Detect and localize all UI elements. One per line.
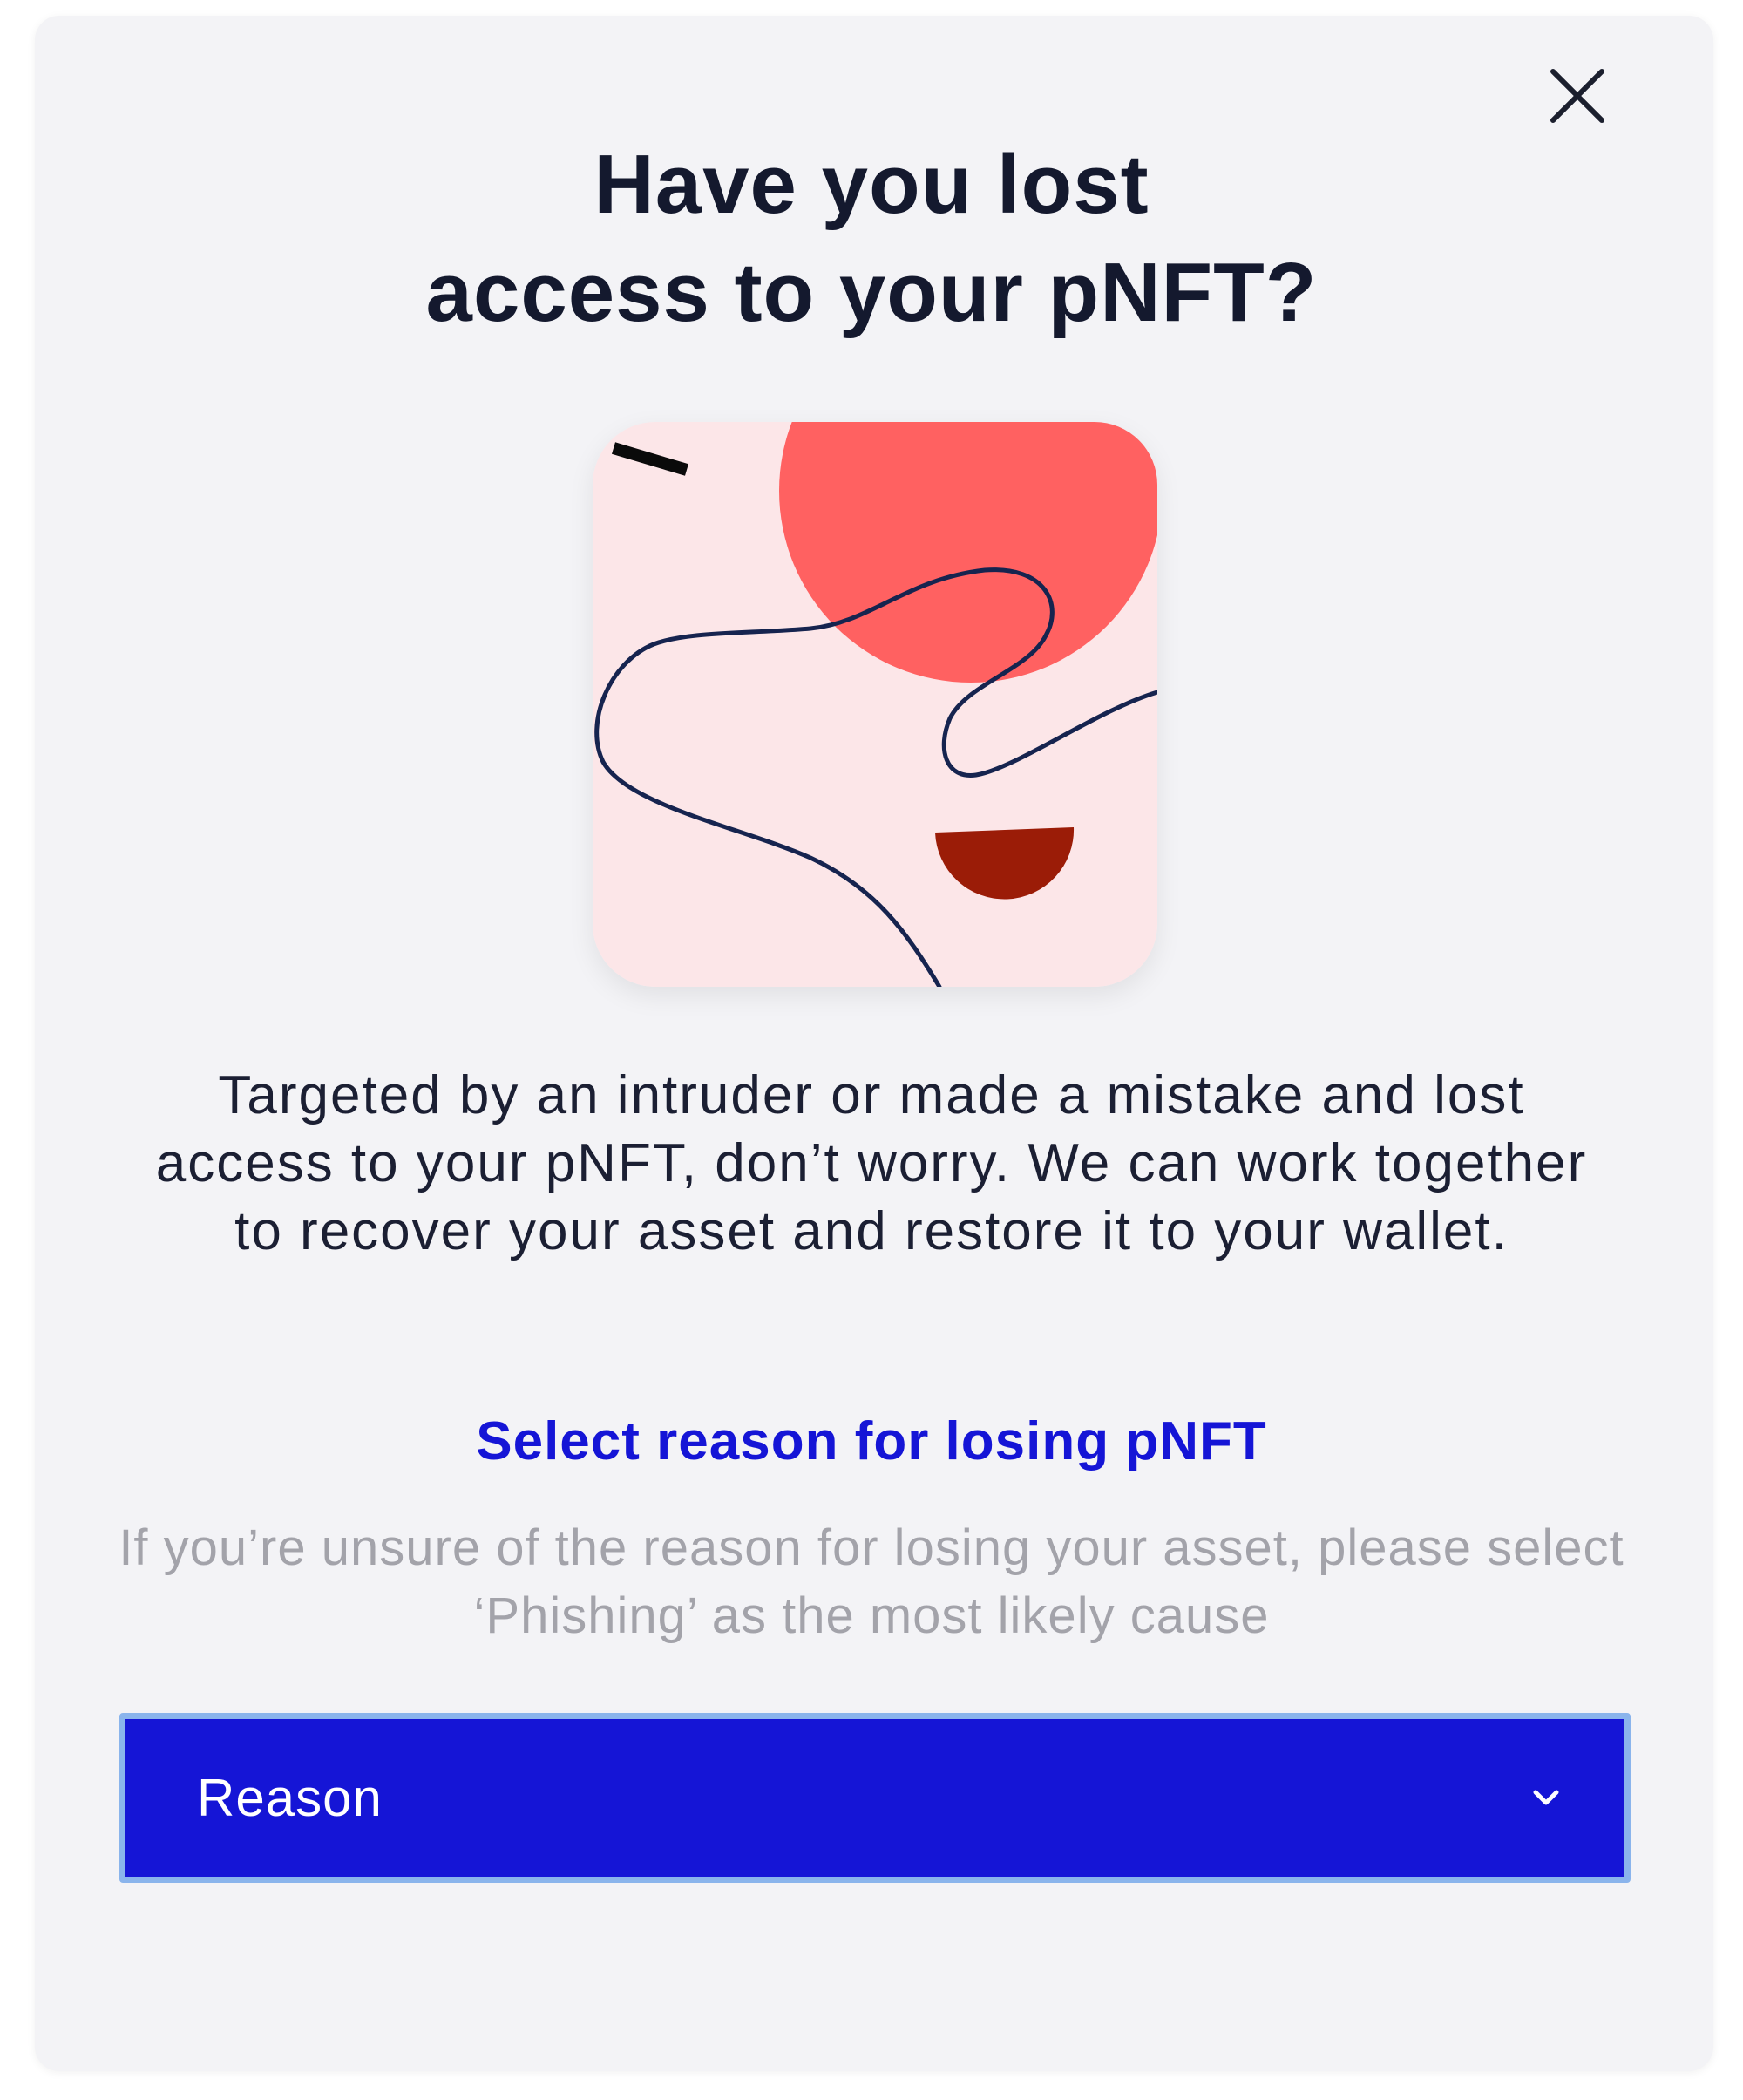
dialog-title: Have you lost access to your pNFT? — [0, 131, 1743, 347]
dialog-title-line-1: Have you lost — [593, 138, 1150, 231]
reason-hint-text: If you’re unsure of the reason for losin… — [119, 1519, 1624, 1644]
pnft-artwork — [593, 422, 1157, 987]
reason-select[interactable]: Reason — [119, 1713, 1631, 1883]
reason-select-value: Reason — [197, 1769, 383, 1827]
close-button[interactable] — [1543, 61, 1612, 131]
chevron-down-icon[interactable] — [1527, 1778, 1565, 1817]
reason-section-heading: Select reason for losing pNFT — [476, 1411, 1267, 1471]
dialog-title-line-2: access to your pNFT? — [425, 246, 1318, 339]
reason-select-field[interactable]: Reason — [131, 1724, 1619, 1872]
dialog-description: Targeted by an intruder or made a mistak… — [155, 1065, 1588, 1261]
pnft-artwork-image — [593, 422, 1157, 987]
close-icon — [1550, 69, 1604, 123]
